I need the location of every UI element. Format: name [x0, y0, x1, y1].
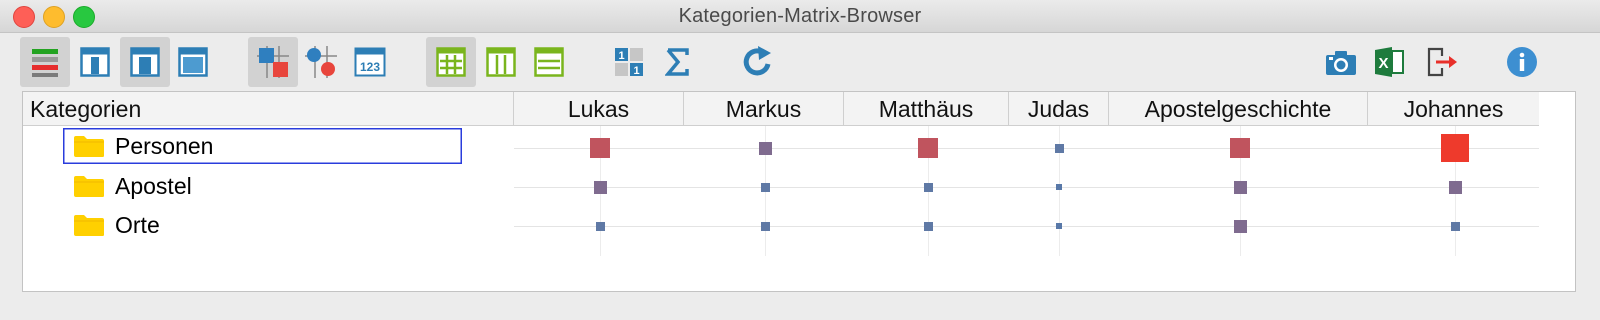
squares-view-icon [257, 46, 289, 78]
row-lines-button[interactable] [524, 37, 574, 87]
sum-icon [665, 48, 689, 76]
matrix-cell-symbol[interactable] [760, 182, 770, 192]
full-pane-layout-icon [178, 47, 208, 77]
sum-button[interactable] [653, 37, 703, 87]
window-title: Kategorien-Matrix-Browser [678, 5, 922, 27]
matrix-cell-symbol[interactable] [758, 141, 772, 155]
matrix-cell-symbol[interactable] [1448, 180, 1462, 194]
segments-colored-list-icon [32, 49, 58, 77]
grid-lines-icon [436, 47, 466, 77]
folder-icon [74, 176, 104, 197]
matrix-cell-symbol[interactable] [595, 221, 605, 231]
row-label: Personen [115, 132, 214, 159]
circles-view-button[interactable] [296, 37, 346, 87]
left-pane-layout-icon [80, 47, 110, 77]
title-bar: Kategorien-Matrix-Browser [0, 0, 1600, 33]
row-personen[interactable]: Personen [63, 128, 462, 164]
column-header-categories[interactable]: Kategorien [23, 92, 514, 126]
export-button[interactable] [1417, 37, 1467, 87]
excel-export-icon: X [1375, 47, 1404, 77]
binary-matrix-button[interactable]: 1 1 [604, 37, 654, 87]
matrix-cell-symbol[interactable] [1056, 223, 1062, 229]
screenshot-button[interactable] [1316, 37, 1366, 87]
column-header-2[interactable]: Matthäus [844, 92, 1009, 126]
row-grid-line [514, 187, 1539, 188]
row-label: Orte [115, 211, 160, 238]
toolbar: 123 1 1 X [0, 33, 1600, 89]
column-header-0[interactable]: Lukas [514, 92, 684, 126]
row-lines-icon [534, 47, 564, 77]
matrix-cell-symbol[interactable] [1054, 143, 1064, 153]
numbers-view-icon: 123 [354, 47, 386, 77]
center-pane-layout-button[interactable] [120, 37, 170, 87]
matrix-cell-symbol[interactable] [1441, 134, 1469, 162]
folder-icon [74, 136, 104, 157]
left-pane-layout-button[interactable] [70, 37, 120, 87]
export-icon [1427, 47, 1457, 77]
matrix-cell-symbol[interactable] [1056, 184, 1062, 190]
category-matrix: Kategorien Lukas Markus Matthäus Judas A… [22, 91, 1576, 292]
squares-view-button[interactable] [248, 37, 298, 87]
matrix-cell-symbol[interactable] [1450, 221, 1460, 231]
column-lines-button[interactable] [476, 37, 526, 87]
column-header-1[interactable]: Markus [684, 92, 844, 126]
matrix-cell-symbol[interactable] [923, 182, 933, 192]
center-pane-layout-icon [130, 47, 160, 77]
svg-text:X: X [1378, 55, 1388, 72]
excel-export-button[interactable]: X [1364, 37, 1414, 87]
row-apostel[interactable]: Apostel [73, 168, 192, 204]
matrix-cell-symbol[interactable] [918, 138, 938, 158]
row-orte[interactable]: Orte [73, 207, 160, 243]
refresh-button[interactable] [733, 37, 783, 87]
full-pane-layout-button[interactable] [168, 37, 218, 87]
circles-view-icon [305, 46, 337, 78]
row-grid-line [514, 226, 1539, 227]
matrix-cell-symbol[interactable] [760, 221, 770, 231]
column-header-3[interactable]: Judas [1009, 92, 1109, 126]
matrix-cell-symbol[interactable] [590, 138, 610, 158]
camera-icon [1326, 51, 1356, 75]
info-icon [1507, 47, 1537, 77]
svg-text:1: 1 [633, 65, 639, 77]
info-button[interactable] [1497, 37, 1547, 87]
matrix-cell-symbol[interactable] [923, 221, 933, 231]
svg-text:1: 1 [618, 50, 624, 62]
segments-colored-list-button[interactable] [20, 37, 70, 87]
matrix-cell-symbol[interactable] [1230, 138, 1250, 158]
matrix-cell-symbol[interactable] [593, 180, 607, 194]
column-lines-icon [486, 47, 516, 77]
matrix-cell-symbol[interactable] [1233, 180, 1247, 194]
binary-matrix-icon: 1 1 [615, 48, 643, 77]
column-header-4[interactable]: Apostelgeschichte [1109, 92, 1368, 126]
matrix-cell-symbol[interactable] [1233, 219, 1247, 233]
grid-lines-button[interactable] [426, 37, 476, 87]
numbers-view-button[interactable]: 123 [345, 37, 395, 87]
folder-icon [74, 215, 104, 236]
row-grid-line [514, 148, 1539, 149]
refresh-icon [743, 46, 771, 76]
matrix-header: Kategorien Lukas Markus Matthäus Judas A… [23, 92, 1539, 126]
svg-text:123: 123 [360, 60, 380, 74]
column-header-5[interactable]: Johannes [1368, 92, 1539, 126]
row-label: Apostel [115, 172, 192, 199]
